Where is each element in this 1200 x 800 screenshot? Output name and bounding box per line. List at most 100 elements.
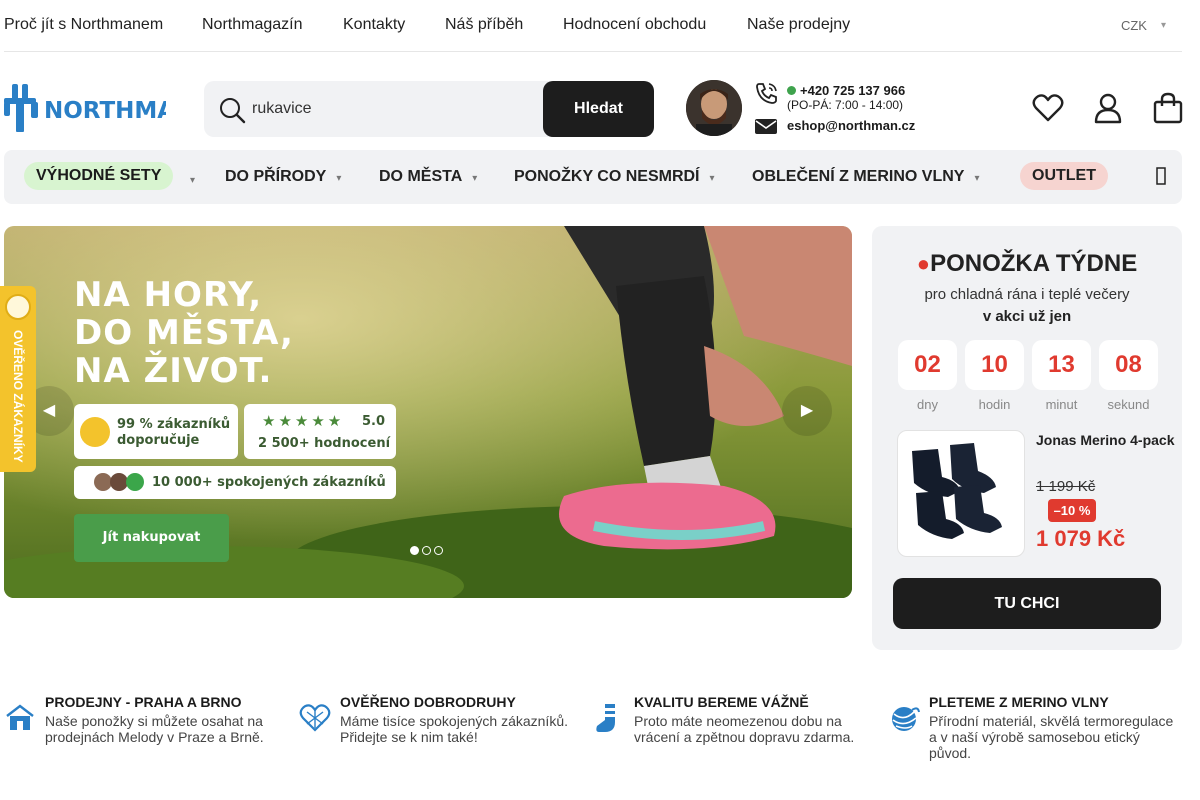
- opening-hours: (PO-PÁ: 7:00 - 14:00): [787, 98, 904, 112]
- chevron-down-icon: ▾: [1160, 20, 1166, 31]
- sock-icon: [596, 704, 615, 732]
- hero-banner[interactable]: NA HORY, DO MĚSTA, NA ŽIVOT. 99 % zákazn…: [4, 226, 852, 598]
- benefit-verified-title: OVĚŘENO DOBRODRUHY: [340, 694, 516, 710]
- top-link-stores[interactable]: Naše prodejny: [747, 16, 850, 34]
- product-name[interactable]: Jonas Merino 4-pack: [1036, 432, 1176, 448]
- page: Proč jít s Northmanem Northmagazín Konta…: [0, 0, 1200, 800]
- nav-label-socks: PONOŽKY CO NESMRDÍ: [514, 168, 700, 185]
- badge-rating-text: 2 500+ hodnocení: [258, 436, 391, 451]
- top-link-magazine[interactable]: Northmagazín: [202, 16, 303, 34]
- chevron-down-icon: ▾: [974, 173, 980, 184]
- shopping-bag-icon[interactable]: [1152, 92, 1184, 124]
- shop-now-button[interactable]: Jít nakupovat: [74, 514, 229, 562]
- countdown-seconds-label: sekund: [1107, 397, 1150, 412]
- product-of-week: ●PONOŽKA TÝDNE pro chladná rána i teplé …: [872, 226, 1182, 650]
- countdown-seconds: 08: [1099, 340, 1158, 390]
- nav-label-nature: DO PŘÍRODY: [225, 168, 327, 185]
- email-link[interactable]: eshop@northman.cz: [787, 118, 915, 133]
- top-link-contacts[interactable]: Kontakty: [343, 16, 405, 34]
- menu-icon[interactable]: [1154, 166, 1168, 186]
- nav-label-sets: VÝHODNÉ SETY: [36, 167, 162, 184]
- mail-icon: [755, 119, 777, 134]
- nav-label-city: DO MĚSTA: [379, 168, 463, 185]
- fire-icon: ●: [916, 251, 931, 276]
- search-button[interactable]: Hledat: [543, 81, 654, 137]
- chevron-down-icon: ▾: [336, 173, 342, 184]
- nav-item-socks[interactable]: PONOŽKY CO NESMRDÍ ▾: [514, 168, 715, 186]
- store-icon: [6, 704, 34, 730]
- search-box: Hledat: [204, 81, 654, 137]
- phone-icon: [756, 83, 777, 104]
- countdown-hours-label: hodin: [978, 397, 1011, 412]
- heart-pattern-icon: [299, 704, 331, 732]
- chevron-right-icon[interactable]: ▶: [782, 386, 832, 436]
- benefit-quality-title: KVALITU BEREME VÁŽNĚ: [634, 694, 809, 710]
- search-icon: [220, 98, 246, 124]
- chevron-down-icon: ▾: [472, 173, 478, 184]
- support-avatar: [686, 80, 742, 136]
- rating-value: 5.0: [362, 414, 386, 429]
- buy-button[interactable]: TU CHCI: [893, 578, 1161, 629]
- badge-customers: 10 000+ spokojených zákazníků: [74, 466, 396, 499]
- hero-headline-line2: DO MĚSTA,: [74, 313, 294, 353]
- potw-subtitle: pro chladná rána i teplé večery: [924, 286, 1130, 303]
- product-image[interactable]: [897, 430, 1025, 557]
- benefit-verified-text: Máme tisíce spokojených zákazníků. Přide…: [340, 713, 568, 745]
- check-icon: [126, 473, 144, 491]
- nav-item-nature[interactable]: DO PŘÍRODY ▾: [225, 168, 341, 186]
- hero-headline: NA HORY, DO MĚSTA, NA ŽIVOT.: [74, 276, 294, 390]
- countdown-minutes-label: minut: [1045, 397, 1078, 412]
- badge-recommend: 99 % zákazníků doporučuje: [74, 404, 238, 459]
- main-navigation: VÝHODNÉ SETY ▾ DO PŘÍRODY ▾ DO MĚSTA ▾ PON…: [4, 150, 1182, 204]
- verified-seal-icon: [5, 294, 31, 320]
- badge-recommend-text: 99 % zákazníků doporučuje: [117, 417, 231, 448]
- countdown-hours: 10: [965, 340, 1024, 390]
- currency-selector[interactable]: CZK ▾: [1121, 18, 1166, 33]
- hero-headline-line3: NA ŽIVOT.: [74, 351, 273, 391]
- hero-headline-line1: NA HORY,: [74, 275, 263, 315]
- slider-dots[interactable]: [410, 546, 443, 555]
- top-link-why[interactable]: Proč jít s Northmanem: [4, 16, 163, 34]
- old-price: 1 199 Kč: [1036, 478, 1096, 495]
- discount-badge: –10 %: [1048, 499, 1096, 522]
- search-input[interactable]: [252, 81, 532, 137]
- user-icon[interactable]: [1092, 92, 1124, 124]
- online-status-dot: [787, 86, 796, 95]
- heart-icon[interactable]: [1032, 92, 1064, 124]
- nav-item-merino[interactable]: OBLEČENÍ Z MERINO VLNY ▾: [752, 168, 979, 186]
- currency-label: CZK: [1120, 18, 1147, 33]
- badge-customers-text: 10 000+ spokojených zákazníků: [152, 475, 386, 490]
- yarn-icon: [892, 707, 920, 731]
- northman-logo[interactable]: NORTHMAN: [4, 84, 166, 132]
- benefit-stores-text: Naše ponožky si můžete osahat na prodejn…: [45, 713, 264, 745]
- verified-reviews-tab[interactable]: OVĚŘENO ZÁKAZNÍKY: [0, 286, 36, 472]
- slider-dot[interactable]: [410, 546, 419, 555]
- chevron-down-icon: ▾: [709, 173, 715, 184]
- nav-item-outlet[interactable]: OUTLET: [1020, 162, 1108, 190]
- potw-subtitle-2: v akci už jen: [982, 308, 1072, 325]
- chevron-down-icon: ▾: [190, 175, 196, 186]
- verified-seal-icon: [80, 417, 110, 447]
- nav-label-merino: OBLEČENÍ Z MERINO VLNY: [752, 168, 965, 185]
- potw-title-text: PONOŽKA TÝDNE: [930, 250, 1138, 277]
- top-link-reviews[interactable]: Hodnocení obchodu: [563, 16, 706, 34]
- logo-text: NORTHMAN: [44, 98, 166, 124]
- star-rating-icon: ★★★★★: [262, 413, 345, 430]
- slider-dot[interactable]: [422, 546, 431, 555]
- badge-rating: ★★★★★ 5.0 2 500+ hodnocení: [244, 404, 396, 459]
- benefit-quality-text: Proto máte neomezenou dobu na vrácení a …: [634, 713, 855, 745]
- phone-number[interactable]: +420 725 137 966: [800, 83, 905, 98]
- nav-item-city[interactable]: DO MĚSTA ▾: [379, 168, 477, 186]
- countdown-days-label: dny: [917, 397, 938, 412]
- top-link-story[interactable]: Náš příběh: [445, 16, 523, 34]
- nav-item-sets[interactable]: VÝHODNÉ SETY: [24, 162, 174, 190]
- nav-label-outlet: OUTLET: [1032, 167, 1096, 184]
- benefit-merino-text: Přírodní materiál, skvělá termoregulace …: [929, 713, 1174, 761]
- potw-title: ●PONOŽKA TÝDNE: [872, 250, 1182, 278]
- new-price: 1 079 Kč: [1036, 526, 1126, 551]
- slider-dot[interactable]: [434, 546, 443, 555]
- countdown-minutes: 13: [1032, 340, 1091, 390]
- top-links-bar: Proč jít s Northmanem Northmagazín Konta…: [4, 0, 1182, 52]
- verified-reviews-label: OVĚŘENO ZÁKAZNÍKY: [11, 330, 25, 463]
- countdown-days: 02: [898, 340, 957, 390]
